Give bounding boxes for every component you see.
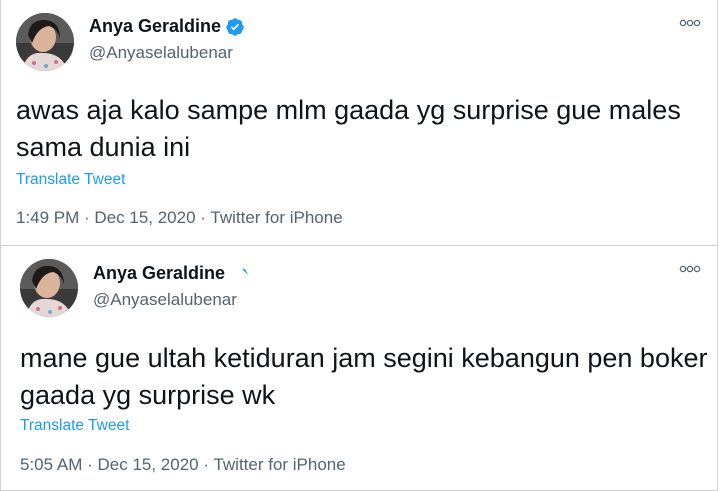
meta-separator: · <box>198 455 214 474</box>
meta-separator: · <box>82 455 98 474</box>
avatar[interactable] <box>20 259 78 317</box>
tweet-meta: 1:49 PM · Dec 15, 2020 · Twitter for iPh… <box>16 208 343 228</box>
tweet-source[interactable]: Twitter for iPhone <box>213 455 345 474</box>
display-name[interactable]: Anya Geraldine <box>93 263 249 284</box>
tweet-text: mane gue ultah ketiduran jam segini keba… <box>20 343 708 410</box>
tweet-source[interactable]: Twitter for iPhone <box>210 208 342 227</box>
verified-badge-icon <box>226 17 244 36</box>
handle[interactable]: @Anyaselalubenar <box>89 43 233 63</box>
avatar[interactable] <box>16 13 74 71</box>
tweet-date[interactable]: Dec 15, 2020 <box>97 455 198 474</box>
tweet-screenshot: Anya Geraldine @Anyaselalubenar awas aja… <box>0 0 720 491</box>
more-options-icon[interactable] <box>679 264 701 274</box>
tweet-date[interactable]: Dec 15, 2020 <box>94 208 195 227</box>
meta-separator: · <box>195 208 211 227</box>
display-name-text: Anya Geraldine <box>89 16 222 36</box>
tweet-time[interactable]: 1:49 PM <box>16 208 79 227</box>
handle[interactable]: @Anyaselalubenar <box>93 290 237 310</box>
translate-tweet-link[interactable]: Translate Tweet <box>16 171 125 189</box>
verified-badge-icon <box>234 267 248 277</box>
tweet-time[interactable]: 5:05 AM <box>20 455 82 474</box>
tweet-1: Anya Geraldine @Anyaselalubenar awas aja… <box>0 0 718 246</box>
meta-separator: · <box>79 208 95 227</box>
tweet-2: Anya Geraldine @Anyaselalubenar mane gue… <box>0 245 718 491</box>
more-options-icon[interactable] <box>679 18 701 28</box>
tweet-meta: 5:05 AM · Dec 15, 2020 · Twitter for iPh… <box>20 455 346 475</box>
display-name[interactable]: Anya Geraldine <box>89 16 245 37</box>
tweet-text: awas aja kalo sampe mlm gaada yg surpris… <box>16 95 681 162</box>
translate-tweet-link[interactable]: Translate Tweet <box>20 417 129 435</box>
display-name-text: Anya Geraldine <box>93 263 226 283</box>
